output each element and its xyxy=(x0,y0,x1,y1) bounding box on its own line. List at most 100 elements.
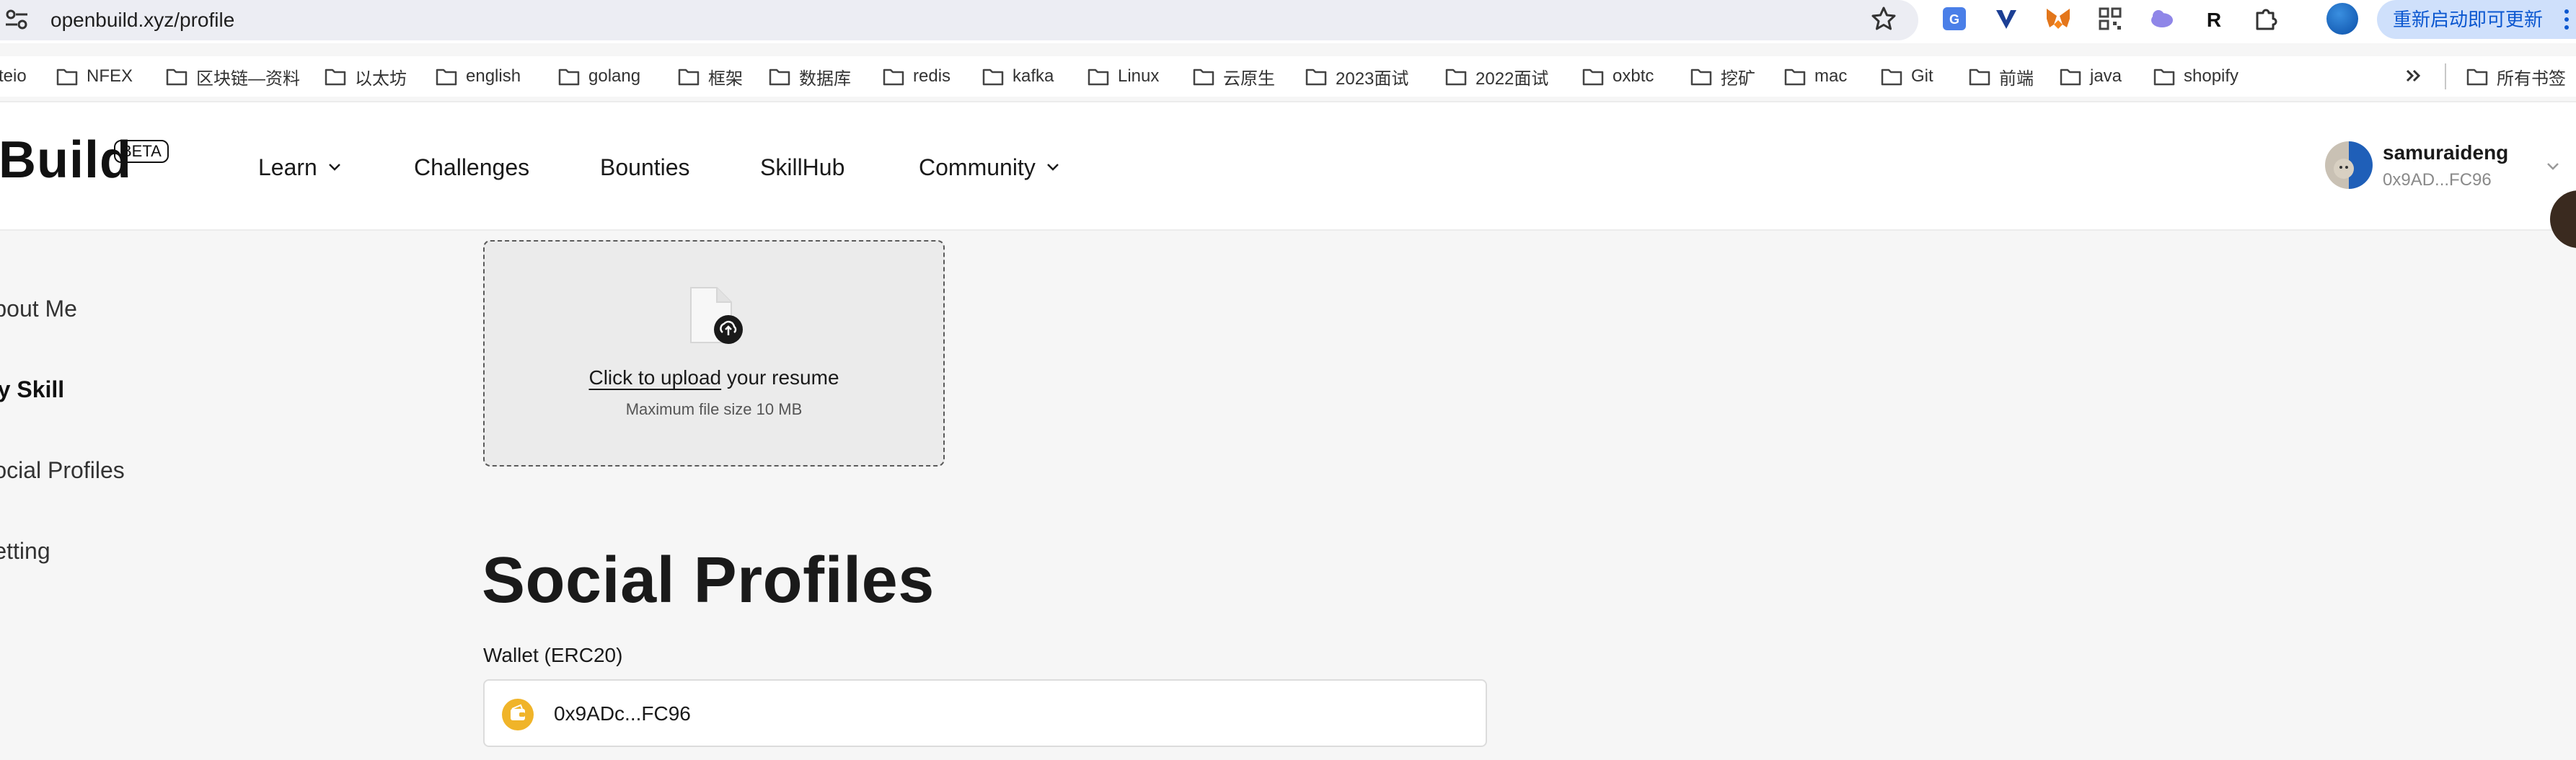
bookmarks-divider xyxy=(2445,63,2446,89)
nav-label: Challenges xyxy=(414,154,530,180)
bookmark-folder[interactable]: kafka xyxy=(982,63,1054,89)
bookmark-item[interactable]: teio xyxy=(0,63,27,89)
nav-community[interactable]: Community xyxy=(919,151,1060,183)
more-vert-icon[interactable] xyxy=(2563,9,2570,30)
folder-icon xyxy=(982,69,1004,86)
resume-upload-dropzone[interactable]: Click to upload your resume Maximum file… xyxy=(483,240,945,467)
browser-toolbar: openbuild.xyz/profile G R 重新启动即可更新 xyxy=(0,0,2576,43)
sidebar-item-my-skill[interactable]: My Skill xyxy=(0,374,64,405)
bookmark-folder[interactable]: oxbtc xyxy=(1582,63,1654,89)
folder-icon xyxy=(56,69,78,86)
chevron-down-icon xyxy=(1046,164,1059,171)
bookmark-label: 数据库 xyxy=(799,69,851,89)
folder-icon xyxy=(1193,69,1214,86)
bookmark-folder[interactable]: 区块链—资料 xyxy=(166,63,300,89)
wallet-address-value: 0x9ADc...FC96 xyxy=(554,702,691,725)
nav-label: SkillHub xyxy=(760,154,845,180)
bookmark-folder[interactable]: mac xyxy=(1784,63,1847,89)
bookmark-folder[interactable]: Git xyxy=(1881,63,1933,89)
bookmark-folder[interactable]: 挖矿 xyxy=(1690,63,1755,89)
cloud-extension-icon[interactable] xyxy=(2148,4,2176,33)
bookmark-folder[interactable]: 云原生 xyxy=(1193,63,1275,89)
bookmark-label: kafka xyxy=(1013,66,1054,86)
upload-size-hint: Maximum file size 10 MB xyxy=(625,400,803,418)
bookmark-folder[interactable]: 2023面试 xyxy=(1305,63,1408,89)
bookmark-folder[interactable]: golang xyxy=(558,63,640,89)
bookmark-folder[interactable]: Linux xyxy=(1088,63,1159,89)
bookmark-label: 框架 xyxy=(708,69,743,89)
bookmark-label: java xyxy=(2090,66,2122,86)
nav-label: Bounties xyxy=(600,154,690,180)
wallet-field[interactable]: 0x9ADc...FC96 xyxy=(483,679,1487,747)
nav-label: Learn xyxy=(258,154,317,180)
chevron-down-icon[interactable] xyxy=(2546,162,2560,172)
folder-icon xyxy=(883,69,904,86)
bookmarks-overflow-icon[interactable] xyxy=(2401,63,2426,88)
bookmark-label: redis xyxy=(913,66,951,86)
qr-extension-icon[interactable] xyxy=(2096,4,2125,33)
bookmark-folder[interactable]: NFEX xyxy=(56,63,133,89)
nav-label: Community xyxy=(919,154,1036,180)
bookmark-label: 云原生 xyxy=(1223,69,1275,89)
user-name[interactable]: samuraideng xyxy=(2383,140,2508,166)
nav-challenges[interactable]: Challenges xyxy=(414,151,529,183)
bookmark-folder[interactable]: 以太坊 xyxy=(325,63,407,89)
upload-link[interactable]: Click to upload xyxy=(588,366,721,389)
folder-icon xyxy=(1088,69,1109,86)
folder-icon xyxy=(166,69,188,86)
bookmark-folder[interactable]: 数据库 xyxy=(769,63,851,89)
bookmark-folder[interactable]: shopify xyxy=(2153,63,2238,89)
v-extension-icon[interactable] xyxy=(1992,4,2021,33)
folder-icon xyxy=(2153,69,2175,86)
extensions-puzzle-icon[interactable] xyxy=(2251,4,2280,33)
update-button-label: 重新启动即可更新 xyxy=(2393,9,2544,30)
bookmark-label: 所有书签 xyxy=(2497,69,2566,89)
all-bookmarks-folder[interactable]: 所有书签 xyxy=(2466,63,2566,89)
site-header: Build BETA Learn Challenges Bounties Ski… xyxy=(0,101,2576,231)
bookmark-folder[interactable]: 前端 xyxy=(1969,63,2034,89)
bookmark-label: mac xyxy=(1814,66,1848,86)
bookmark-label: NFEX xyxy=(87,66,133,86)
sidebar-item-social-profiles[interactable]: Social Profiles xyxy=(0,454,125,486)
folder-icon xyxy=(436,69,457,86)
sidebar-item-setting[interactable]: Setting xyxy=(0,535,50,567)
user-avatar[interactable] xyxy=(2325,141,2373,189)
nav-skillhub[interactable]: SkillHub xyxy=(760,151,844,183)
folder-icon xyxy=(2060,69,2081,86)
avatar-figure-icon xyxy=(2334,159,2354,179)
metamask-extension-icon[interactable] xyxy=(2044,4,2073,33)
bookmark-label: oxbtc xyxy=(1613,66,1654,86)
bookmark-label: english xyxy=(466,66,521,86)
site-info-icon[interactable] xyxy=(4,9,29,30)
r-extension-icon[interactable]: R xyxy=(2200,4,2228,33)
bookmark-star-icon[interactable] xyxy=(1869,4,1898,33)
bookmark-folder[interactable]: english xyxy=(436,63,521,89)
sidebar-item-about-me[interactable]: About Me xyxy=(0,293,77,324)
folder-icon xyxy=(678,69,700,86)
chevron-down-icon xyxy=(328,164,340,171)
user-wallet-address: 0x9AD...FC96 xyxy=(2383,170,2492,190)
nav-bounties[interactable]: Bounties xyxy=(600,151,690,183)
folder-icon xyxy=(769,69,790,86)
folder-icon xyxy=(1445,69,1467,86)
bookmark-label: Linux xyxy=(1118,66,1160,86)
browser-profile-avatar[interactable] xyxy=(2326,3,2358,35)
relaunch-update-button[interactable]: 重新启动即可更新 xyxy=(2377,0,2576,39)
bookmarks-bar: teio NFEX 区块链—资料 以太坊 english golang 框架 数… xyxy=(0,56,2576,97)
bookmark-label: Git xyxy=(1911,66,1933,86)
bookmark-folder[interactable]: 2022面试 xyxy=(1445,63,1548,89)
translate-extension-icon[interactable]: G xyxy=(1940,4,1969,33)
bookmark-folder[interactable]: java xyxy=(2060,63,2122,89)
bookmark-folder[interactable]: 框架 xyxy=(678,63,743,89)
site-logo[interactable]: Build xyxy=(0,131,132,189)
bookmark-folder[interactable]: redis xyxy=(883,63,950,89)
file-upload-icon xyxy=(690,287,743,344)
folder-icon xyxy=(1305,69,1327,86)
bookmark-label: 前端 xyxy=(1999,69,2034,89)
folder-icon xyxy=(1690,69,1712,86)
address-bar[interactable]: openbuild.xyz/profile xyxy=(0,0,1918,40)
upload-instruction: Click to upload your resume xyxy=(485,364,943,392)
nav-learn[interactable]: Learn xyxy=(258,151,342,183)
beta-badge: BETA xyxy=(114,140,169,163)
url-text[interactable]: openbuild.xyz/profile xyxy=(50,6,234,35)
